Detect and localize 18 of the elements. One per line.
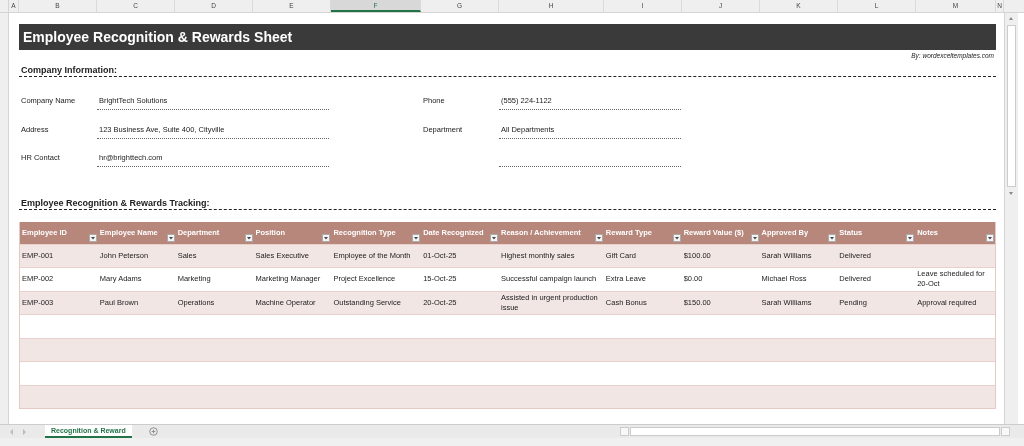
filter-dropdown-icon[interactable] — [594, 233, 603, 242]
horizontal-scrollbar[interactable] — [620, 427, 1010, 436]
filter-dropdown-icon[interactable] — [490, 233, 499, 242]
filter-dropdown-icon[interactable] — [750, 233, 759, 242]
section-heading: Employee Recognition & Rewards Tracking: — [20, 197, 211, 208]
filter-dropdown-icon[interactable] — [166, 233, 175, 242]
sheet-title: Employee Recognition & Rewards Sheet — [19, 24, 996, 50]
filter-dropdown-icon[interactable] — [412, 233, 421, 242]
filter-dropdown-icon[interactable] — [986, 233, 995, 242]
vertical-scrollbar[interactable] — [1004, 13, 1018, 424]
filter-dropdown-icon[interactable] — [906, 233, 915, 242]
filter-dropdown-icon[interactable] — [322, 233, 331, 242]
add-sheet-icon[interactable] — [148, 427, 158, 436]
filter-dropdown-icon[interactable] — [88, 233, 97, 242]
section-heading: Company Information: — [20, 65, 118, 75]
filter-dropdown-icon[interactable] — [828, 233, 837, 242]
filter-dropdown-icon[interactable] — [672, 233, 681, 242]
filter-dropdown-icon[interactable] — [244, 233, 253, 242]
